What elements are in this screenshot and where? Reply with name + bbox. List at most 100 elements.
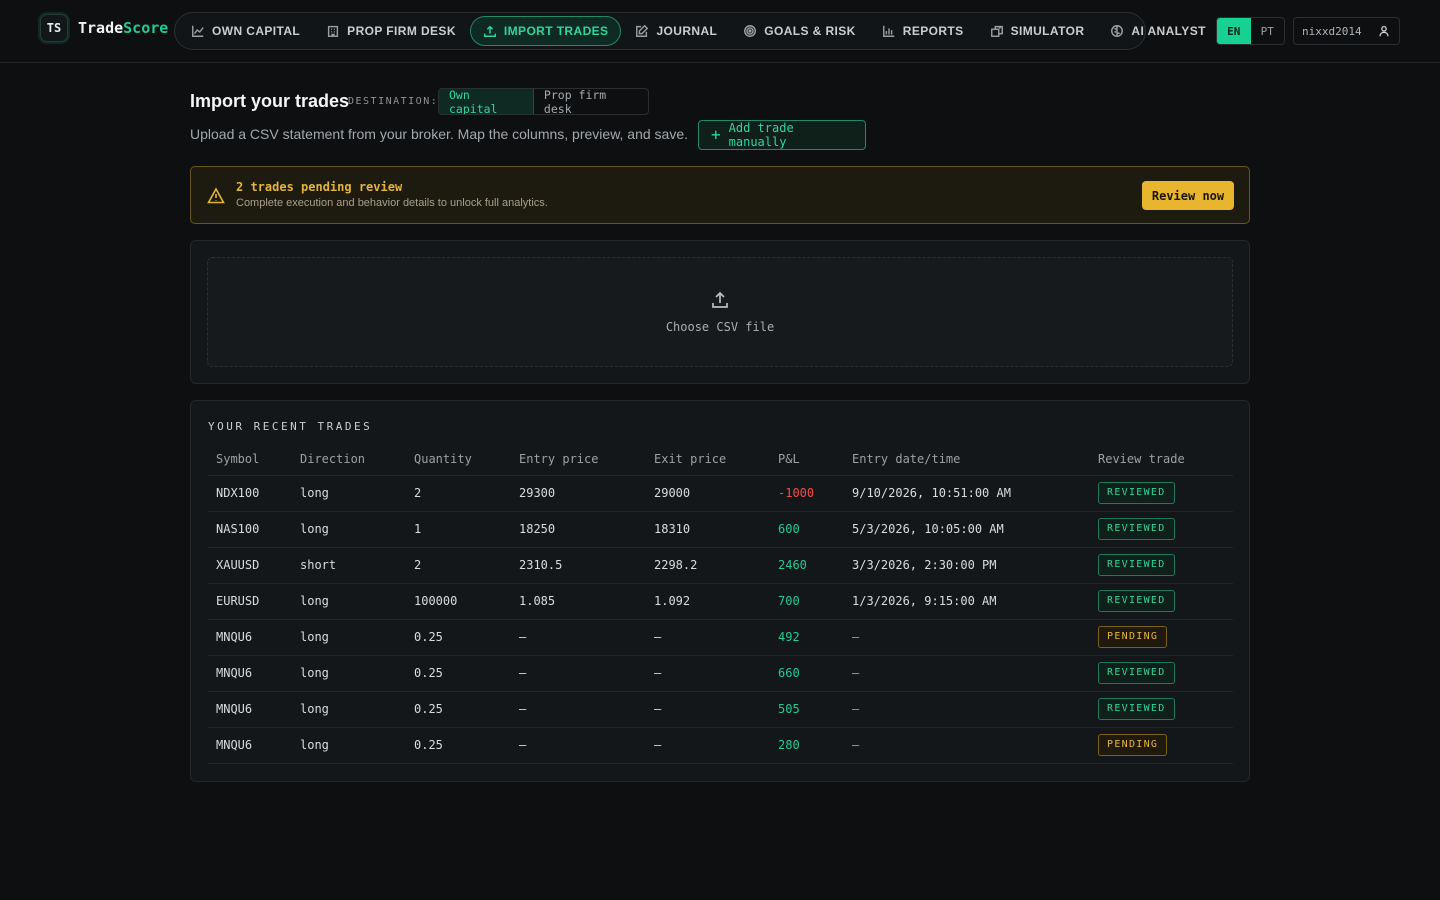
cell-quantity: 0.25	[406, 655, 511, 692]
bar-chart-icon	[882, 25, 894, 37]
review-status-badge[interactable]: REVIEWED	[1098, 698, 1175, 720]
csv-dropzone[interactable]: Choose CSV file	[207, 257, 1233, 367]
column-header[interactable]: P&L	[770, 443, 844, 476]
nav-import-trades[interactable]: IMPORT TRADES	[469, 16, 622, 46]
cell-review: REVIEWED	[1090, 583, 1233, 620]
table-row[interactable]: MNQU6 long 0.25 — — 660 — REVIEWED	[208, 655, 1233, 692]
cell-entry-datetime: 1/3/2026, 9:15:00 AM	[844, 583, 1090, 620]
cell-exit-price: —	[646, 727, 770, 764]
table-row[interactable]: XAUUSD short 2 2310.5 2298.2 2460 3/3/20…	[208, 547, 1233, 584]
chart-line-icon	[192, 25, 204, 37]
lang-en[interactable]: EN	[1217, 18, 1251, 44]
cell-entry-price: 1.085	[511, 583, 646, 620]
table-row[interactable]: EURUSD long 100000 1.085 1.092 700 1/3/2…	[208, 583, 1233, 620]
recent-trades-table: Symbol Direction Quantity Entry price Ex…	[208, 443, 1233, 764]
review-status-badge[interactable]: PENDING	[1098, 734, 1168, 756]
column-header[interactable]: Symbol	[208, 443, 292, 476]
cell-pnl: -1000	[770, 475, 844, 512]
page-title: Import your trades	[190, 91, 350, 111]
cell-entry-price: —	[511, 691, 646, 728]
column-header[interactable]: Quantity	[406, 443, 511, 476]
cell-entry-datetime: —	[844, 619, 1090, 656]
table-row[interactable]: NDX100 long 2 29300 29000 -1000 9/10/202…	[208, 475, 1233, 512]
review-status-badge[interactable]: REVIEWED	[1098, 590, 1175, 612]
add-trade-manually-button[interactable]: + Add trade manually	[698, 120, 866, 150]
cell-entry-datetime: 5/3/2026, 10:05:00 AM	[844, 511, 1090, 548]
table-row[interactable]: MNQU6 long 0.25 — — 492 — PENDING	[208, 619, 1233, 656]
cell-direction: long	[292, 655, 406, 692]
cell-pnl: 600	[770, 511, 844, 548]
column-header[interactable]: Direction	[292, 443, 406, 476]
recent-trades-heading: YOUR RECENT TRADES	[208, 420, 373, 433]
brain-icon	[1111, 25, 1124, 37]
cell-quantity: 1	[406, 511, 511, 548]
cell-exit-price: 2298.2	[646, 547, 770, 584]
language-toggle: EN PT	[1216, 17, 1285, 45]
top-bar: TS TradeScore OWN CAPITAL PROP FIRM DESK…	[0, 0, 1440, 63]
cell-direction: long	[292, 691, 406, 728]
cell-review: PENDING	[1090, 727, 1233, 764]
user-icon	[1379, 25, 1389, 37]
cell-review: REVIEWED	[1090, 655, 1233, 692]
cell-exit-price: 1.092	[646, 583, 770, 620]
table-row[interactable]: NAS100 long 1 18250 18310 600 5/3/2026, …	[208, 511, 1233, 548]
nav-reports[interactable]: REPORTS	[870, 16, 976, 46]
cell-direction: long	[292, 511, 406, 548]
review-status-badge[interactable]: PENDING	[1098, 626, 1168, 648]
nav-goals-risk[interactable]: GOALS & RISK	[731, 16, 867, 46]
cell-entry-datetime: —	[844, 691, 1090, 728]
cell-review: REVIEWED	[1090, 475, 1233, 512]
recent-trades-panel: YOUR RECENT TRADES Symbol Direction Quan…	[190, 400, 1250, 782]
nav-journal[interactable]: JOURNAL	[623, 16, 729, 46]
review-status-badge[interactable]: REVIEWED	[1098, 518, 1175, 540]
column-header[interactable]: Entry price	[511, 443, 646, 476]
column-header[interactable]: Review trade	[1090, 443, 1233, 476]
cell-review: REVIEWED	[1090, 547, 1233, 584]
column-header[interactable]: Exit price	[646, 443, 770, 476]
cell-review: REVIEWED	[1090, 511, 1233, 548]
cell-direction: long	[292, 619, 406, 656]
table-row[interactable]: MNQU6 long 0.25 — — 505 — REVIEWED	[208, 691, 1233, 728]
simulator-icon	[990, 25, 1003, 37]
cell-quantity: 0.25	[406, 691, 511, 728]
nav-simulator[interactable]: SIMULATOR	[978, 16, 1097, 46]
banner-title: 2 trades pending review	[236, 180, 403, 194]
cell-symbol: MNQU6	[208, 691, 292, 728]
cell-symbol: NAS100	[208, 511, 292, 548]
cell-quantity: 0.25	[406, 619, 511, 656]
nav-prop-firm-desk[interactable]: PROP FIRM DESK	[314, 16, 468, 46]
username: nixxd2014	[1302, 24, 1362, 38]
nav-ai-analyst[interactable]: AI ANALYST	[1098, 16, 1217, 46]
table-row[interactable]: MNQU6 long 0.25 — — 280 — PENDING	[208, 727, 1233, 764]
destination-prop-firm-desk[interactable]: Prop firm desk	[534, 89, 648, 114]
cell-entry-datetime: 3/3/2026, 2:30:00 PM	[844, 547, 1090, 584]
cell-entry-datetime: —	[844, 727, 1090, 764]
app-logo[interactable]: TS TradeScore	[40, 14, 168, 42]
destination-label: DESTINATION:	[348, 96, 439, 107]
review-status-badge[interactable]: REVIEWED	[1098, 662, 1175, 684]
cell-symbol: XAUUSD	[208, 547, 292, 584]
cell-exit-price: 18310	[646, 511, 770, 548]
target-icon	[744, 25, 757, 37]
destination-own-capital[interactable]: Own capital	[439, 89, 534, 114]
review-status-badge[interactable]: REVIEWED	[1098, 554, 1175, 576]
cell-exit-price: 29000	[646, 475, 770, 512]
cell-symbol: MNQU6	[208, 727, 292, 764]
user-menu[interactable]: nixxd2014	[1293, 17, 1400, 45]
column-header[interactable]: Entry date/time	[844, 443, 1090, 476]
cell-entry-price: —	[511, 727, 646, 764]
review-now-button[interactable]: Review now	[1142, 181, 1234, 210]
upload-icon	[710, 290, 730, 310]
cell-symbol: MNQU6	[208, 655, 292, 692]
cell-quantity: 2	[406, 475, 511, 512]
app-name: TradeScore	[78, 19, 169, 37]
banner-text: Complete execution and behavior details …	[236, 197, 548, 209]
cell-entry-datetime: —	[844, 655, 1090, 692]
cell-exit-price: —	[646, 691, 770, 728]
logo-mark: TS	[40, 14, 68, 42]
nav-own-capital[interactable]: OWN CAPITAL	[179, 16, 312, 46]
review-status-badge[interactable]: REVIEWED	[1098, 482, 1175, 504]
cell-entry-price: —	[511, 655, 646, 692]
lang-pt[interactable]: PT	[1251, 18, 1285, 44]
pending-review-banner: 2 trades pending review Complete executi…	[190, 166, 1250, 224]
